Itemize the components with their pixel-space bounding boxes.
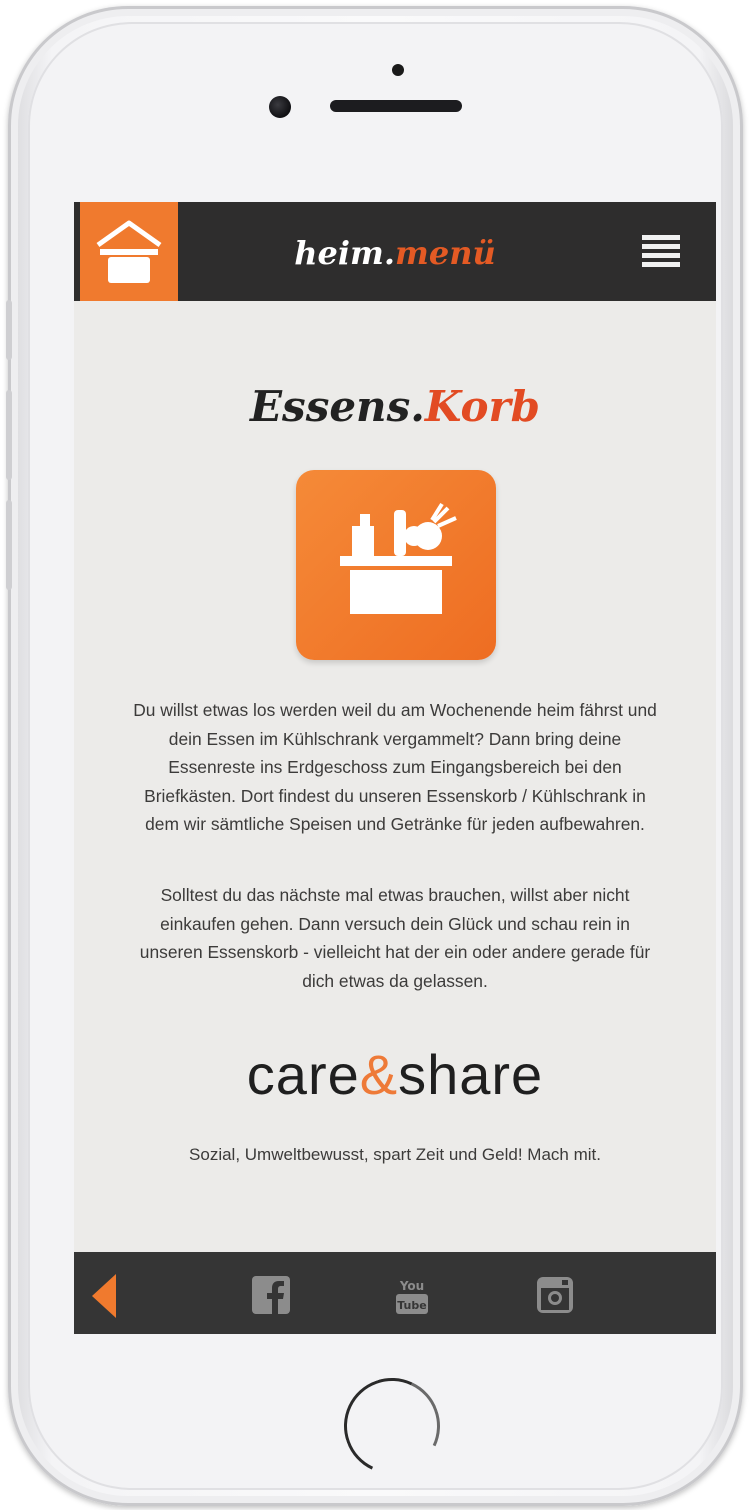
svg-text:You: You — [399, 1279, 424, 1293]
page-title-part1: Essens. — [250, 382, 425, 431]
brand-part2: share — [398, 1043, 544, 1106]
youtube-icon[interactable]: You Tube — [394, 1276, 430, 1318]
food-basket-icon — [340, 502, 457, 614]
back-arrow-icon[interactable] — [92, 1274, 116, 1318]
phone-side-button — [6, 300, 12, 360]
tagline: Sozial, Umweltbewusst, spart Zeit und Ge… — [189, 1145, 601, 1164]
brand-ampersand: & — [359, 1043, 399, 1106]
earpiece-speaker — [330, 100, 462, 112]
app-screen: heim.menü Essens.Korb Du willst etwas lo… — [74, 202, 716, 1334]
phone-side-button — [6, 390, 12, 480]
app-logo[interactable]: heim.menü — [74, 234, 716, 272]
logo-text-part2: menü — [395, 234, 496, 272]
svg-text:Tube: Tube — [397, 1299, 426, 1312]
brand-part1: care — [246, 1043, 360, 1106]
page-title-part2: Korb — [424, 382, 540, 431]
bottom-navigation: You Tube — [74, 1252, 716, 1334]
app-header: heim.menü — [74, 202, 716, 301]
instagram-icon[interactable] — [536, 1276, 574, 1314]
description-paragraph-1: Du willst etwas los werden weil du am Wo… — [133, 700, 657, 834]
facebook-icon[interactable] — [252, 1276, 290, 1314]
logo-text-part1: heim. — [294, 234, 396, 272]
page-title: Essens.Korb — [74, 382, 716, 431]
proximity-sensor — [392, 64, 404, 76]
front-camera — [269, 96, 291, 118]
description-paragraph-2: Solltest du das nächste mal etwas brauch… — [139, 885, 651, 991]
food-basket-tile — [296, 470, 496, 660]
phone-side-button — [6, 500, 12, 590]
hamburger-menu-icon[interactable] — [642, 235, 680, 267]
care-and-share-brand: care&share — [74, 1042, 716, 1107]
